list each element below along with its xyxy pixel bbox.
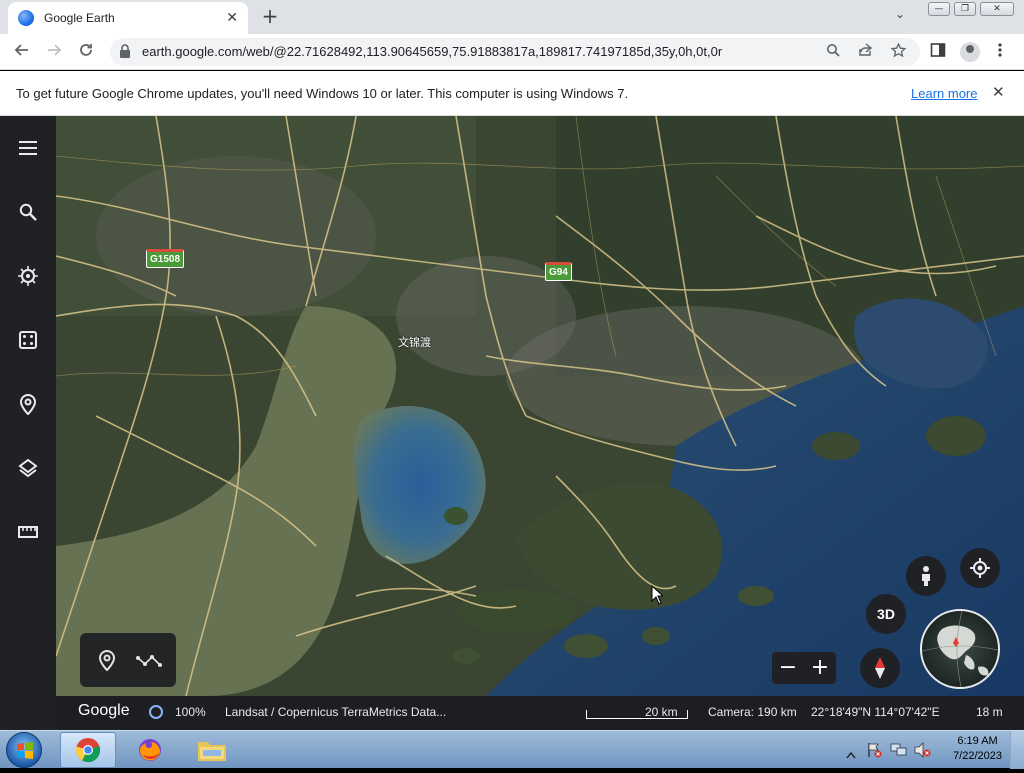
cursor-elevation: 18 m: [976, 705, 1003, 719]
mouse-cursor-icon: [651, 585, 663, 605]
browser-tab-google-earth[interactable]: Google Earth ✕: [8, 2, 248, 34]
taskbar-file-explorer[interactable]: [184, 732, 240, 768]
infobar-close-icon[interactable]: ✕: [992, 83, 1005, 101]
map-status-bar: Google 100% Landsat / Copernicus TerraMe…: [56, 696, 1024, 730]
toggle-3d-button[interactable]: 3D: [866, 594, 906, 634]
taskbar-clock[interactable]: 6:19 AM 7/22/2023: [953, 734, 1002, 764]
mini-globe[interactable]: [920, 609, 1000, 689]
folder-icon: [198, 742, 226, 761]
scale-label[interactable]: 20 km: [645, 705, 678, 719]
volume-muted-icon[interactable]: [914, 742, 932, 762]
start-button[interactable]: [6, 732, 42, 768]
action-center-flag-icon[interactable]: [866, 742, 882, 762]
loading-ring-icon: [149, 705, 163, 719]
back-arrow-icon[interactable]: [12, 42, 32, 62]
my-location-button[interactable]: [960, 548, 1000, 588]
compass-button[interactable]: [860, 648, 900, 688]
learn-more-link[interactable]: Learn more: [911, 86, 977, 101]
show-desktop-button[interactable]: [1010, 731, 1024, 769]
pegman-street-view-button[interactable]: [906, 556, 946, 596]
zoom-search-icon[interactable]: [826, 43, 840, 61]
zoom-out-button[interactable]: −: [774, 654, 802, 682]
window-maximize-button[interactable]: ❐: [954, 2, 976, 16]
windows-taskbar: 6:19 AM 7/22/2023: [0, 730, 1024, 769]
crosshair-location-icon: [970, 558, 990, 578]
window-minimize-button[interactable]: —: [928, 2, 950, 16]
network-icon[interactable]: [890, 742, 908, 762]
earth-side-rail: [0, 116, 56, 730]
cursor-coordinates: 22°18'49"N 114°07'42"E: [811, 705, 940, 719]
clock-time: 6:19 AM: [957, 735, 998, 747]
update-message: To get future Google Chrome updates, you…: [16, 86, 629, 101]
add-placemark-icon[interactable]: [98, 649, 116, 675]
firefox-icon: [139, 739, 161, 761]
draw-tools-panel: [80, 633, 176, 687]
chrome-icon: [76, 738, 101, 763]
layers-icon[interactable]: [14, 454, 42, 482]
browser-tab-bar: Google Earth ✕ + ⌄ — ❐ ✕: [0, 0, 1024, 34]
highway-shield-g94: G94: [545, 262, 572, 281]
imagery-attribution[interactable]: Landsat / Copernicus TerraMetrics Data..…: [225, 705, 446, 719]
google-earth-favicon-icon: [18, 10, 34, 26]
projects-pin-icon[interactable]: [14, 390, 42, 418]
search-icon[interactable]: [14, 198, 42, 226]
profile-avatar-icon[interactable]: [960, 42, 980, 62]
bookmark-star-icon[interactable]: [890, 42, 907, 62]
ruler-icon[interactable]: [14, 518, 42, 546]
lock-icon[interactable]: [119, 44, 131, 58]
compass-needle-icon: [875, 657, 885, 679]
clock-date: 7/22/2023: [953, 750, 1002, 762]
highway-shield-g1508: G1508: [146, 249, 185, 268]
forward-arrow-icon[interactable]: [44, 42, 64, 62]
share-icon[interactable]: [858, 43, 873, 61]
tab-close-icon[interactable]: ✕: [226, 10, 238, 26]
draw-path-icon[interactable]: [136, 653, 162, 672]
address-bar[interactable]: earth.google.com/web/@22.71628492,113.90…: [110, 38, 920, 66]
update-info-bar: To get future Google Chrome updates, you…: [0, 71, 1024, 116]
map-place-label: 文锦渡: [398, 336, 431, 349]
browser-toolbar: earth.google.com/web/@22.71628492,113.90…: [0, 34, 1024, 70]
zoom-in-button[interactable]: +: [806, 654, 834, 682]
more-menu-icon[interactable]: [998, 42, 1002, 62]
menu-icon[interactable]: [14, 134, 42, 162]
google-logo: Google: [78, 702, 130, 719]
loading-percent: 100%: [175, 705, 206, 719]
tab-title: Google Earth: [44, 11, 115, 25]
new-tab-button[interactable]: +: [258, 5, 282, 29]
side-panel-icon[interactable]: [928, 42, 948, 62]
tab-search-chevron-icon[interactable]: ⌄: [895, 7, 905, 21]
taskbar-firefox[interactable]: [122, 732, 178, 768]
windows-logo-icon: [17, 742, 33, 759]
url-text[interactable]: earth.google.com/web/@22.71628492,113.90…: [142, 44, 722, 59]
zoom-controls: − +: [772, 652, 836, 684]
reload-icon[interactable]: [76, 42, 96, 62]
system-tray: 6:19 AM 7/22/2023: [840, 731, 1024, 769]
window-close-button[interactable]: ✕: [980, 2, 1014, 16]
camera-altitude: Camera: 190 km: [708, 705, 797, 719]
tray-overflow-icon[interactable]: [846, 744, 856, 763]
feeling-lucky-dice-icon[interactable]: [14, 326, 42, 354]
taskbar-chrome[interactable]: [60, 732, 116, 768]
voyager-icon[interactable]: [14, 262, 42, 290]
pegman-icon: [922, 566, 930, 586]
